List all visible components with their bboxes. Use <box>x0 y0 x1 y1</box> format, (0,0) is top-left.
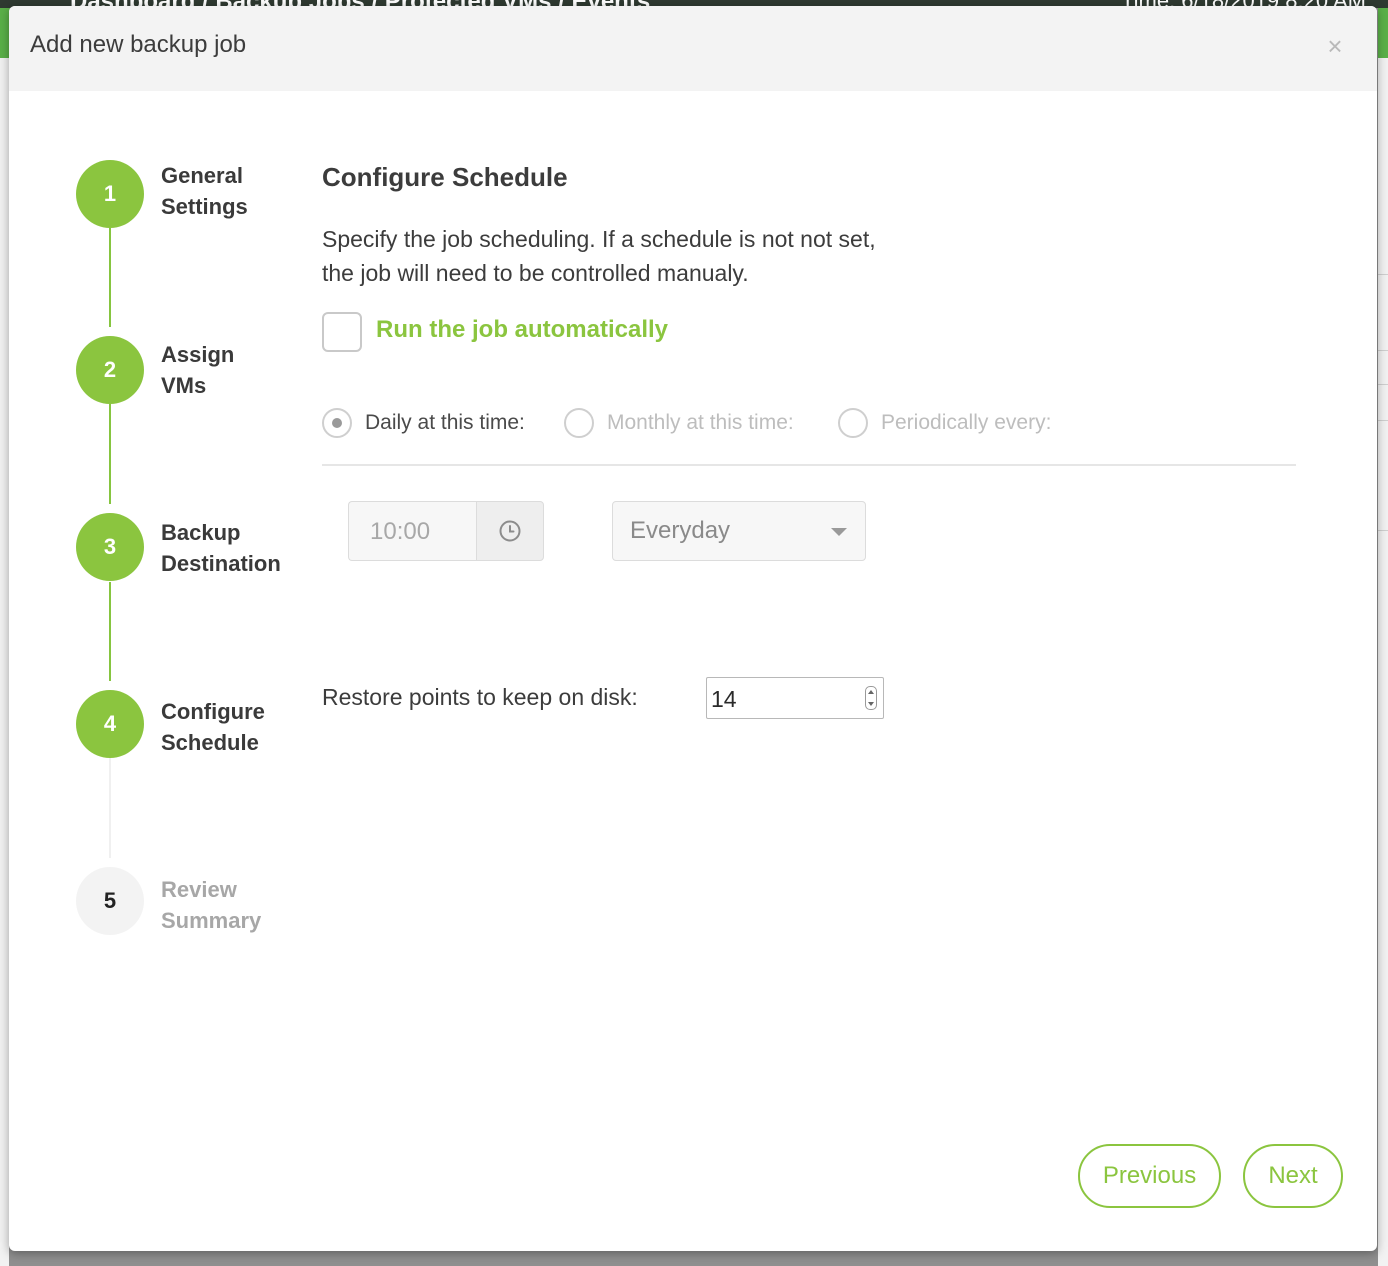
step-connector <box>109 404 111 504</box>
section-divider <box>322 464 1296 466</box>
restore-points-label: Restore points to keep on disk: <box>322 684 638 710</box>
background-divider <box>1378 274 1388 275</box>
restore-points-value: 14 <box>711 686 737 712</box>
step-5-label-line1: Review <box>161 877 237 902</box>
step-2-label-line1: Assign <box>161 342 235 367</box>
clock-icon <box>499 520 521 542</box>
step-connector <box>109 582 111 681</box>
step-1-label[interactable]: General Settings <box>161 160 248 222</box>
description-line-1: Specify the job scheduling. If a schedul… <box>322 226 876 252</box>
frequency-select-value: Everyday <box>630 517 731 544</box>
run-automatically-checkbox[interactable] <box>322 312 362 352</box>
next-button[interactable]: Next <box>1243 1144 1343 1208</box>
time-input[interactable]: 10:00 <box>348 501 476 561</box>
stepper-arrows-icon[interactable] <box>865 686 877 710</box>
periodically-radio[interactable] <box>838 408 868 438</box>
schedule-description: Specify the job scheduling. If a schedul… <box>322 222 962 290</box>
step-3-label-line2: Destination <box>161 551 281 576</box>
step-1-label-line2: Settings <box>161 194 248 219</box>
step-4-label-line1: Configure <box>161 699 265 724</box>
step-2-circle[interactable]: 2 <box>76 336 144 404</box>
step-connector <box>109 758 111 858</box>
step-4-circle[interactable]: 4 <box>76 690 144 758</box>
spin-up-icon <box>868 690 874 694</box>
modal-title: Add new backup job <box>30 31 247 58</box>
background-divider <box>1378 530 1388 531</box>
daily-radio-label[interactable]: Daily at this time: <box>365 411 525 435</box>
spin-down-icon <box>868 702 874 706</box>
background-left-panel <box>0 58 9 1266</box>
background-divider <box>1378 350 1388 351</box>
background-right-panel <box>1378 58 1388 1266</box>
radio-selected-dot <box>332 418 342 428</box>
step-connector <box>109 228 111 327</box>
monthly-radio-label[interactable]: Monthly at this time: <box>607 411 794 435</box>
monthly-radio[interactable] <box>564 408 594 438</box>
run-automatically-label[interactable]: Run the job automatically <box>376 316 668 344</box>
description-line-2: the job will need to be controlled manua… <box>322 260 749 286</box>
previous-button[interactable]: Previous <box>1078 1144 1221 1208</box>
step-4-label[interactable]: Configure Schedule <box>161 696 265 758</box>
background-divider <box>1378 384 1388 385</box>
step-5-label-line2: Summary <box>161 908 262 933</box>
background-divider <box>1378 420 1388 421</box>
frequency-select[interactable]: Everyday <box>612 501 866 561</box>
step-1-circle[interactable]: 1 <box>76 160 144 228</box>
step-3-label[interactable]: Backup Destination <box>161 517 281 579</box>
modal-header: Add new backup job × <box>9 6 1377 91</box>
time-picker-button[interactable] <box>476 501 544 561</box>
close-icon[interactable]: × <box>1323 33 1347 59</box>
step-5-label: Review Summary <box>161 874 261 936</box>
chevron-down-icon <box>831 528 847 536</box>
background-green-bar-right <box>1378 8 1388 58</box>
step-4-label-line2: Schedule <box>161 730 259 755</box>
step-2-label-line2: VMs <box>161 373 207 398</box>
restore-points-input[interactable]: 14 <box>706 677 884 719</box>
step-2-label[interactable]: Assign VMs <box>161 339 234 401</box>
step-3-label-line1: Backup <box>161 520 241 545</box>
section-title: Configure Schedule <box>322 162 568 192</box>
periodically-radio-label[interactable]: Periodically every: <box>881 411 1051 435</box>
step-3-circle[interactable]: 3 <box>76 513 144 581</box>
step-1-label-line1: General <box>161 163 243 188</box>
add-backup-job-modal: Add new backup job × 1 General Settings … <box>9 6 1377 1251</box>
step-5-circle: 5 <box>76 867 144 935</box>
daily-radio[interactable] <box>322 408 352 438</box>
